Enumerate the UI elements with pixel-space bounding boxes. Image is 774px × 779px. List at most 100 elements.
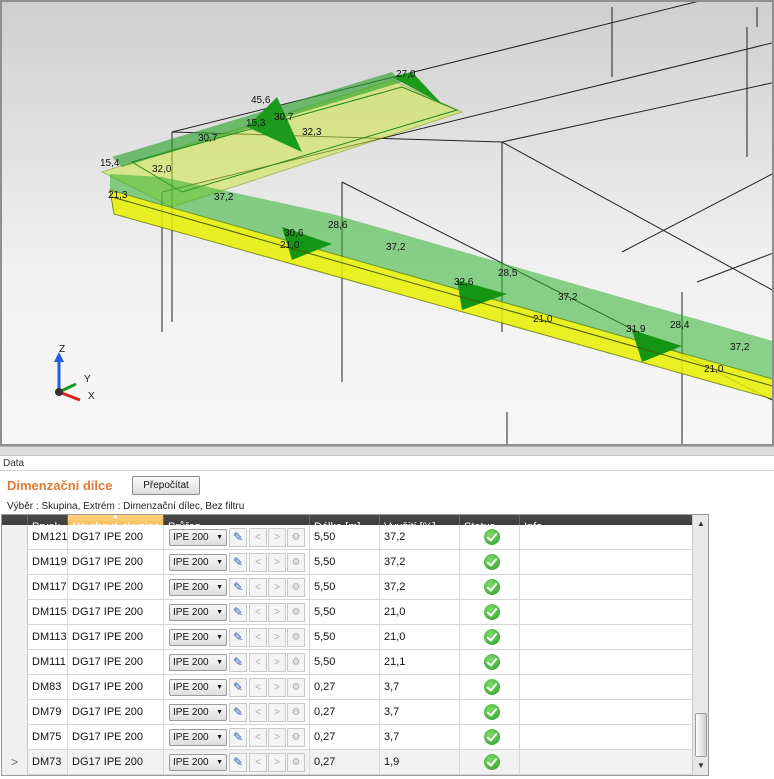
section-dropdown[interactable]: IPE 200 ▼ [169, 754, 227, 771]
prev-section-button[interactable]: < [249, 703, 267, 722]
vertical-scrollbar[interactable]: ▲ ▼ [692, 515, 708, 775]
row-selector[interactable] [2, 575, 28, 600]
section-dropdown[interactable]: IPE 200 ▼ [169, 704, 227, 721]
value-label: 32,0 [152, 164, 172, 175]
row-selector[interactable] [2, 525, 28, 550]
next-section-button[interactable]: > [268, 528, 286, 547]
edit-pencil-icon[interactable]: ✎ [229, 578, 247, 597]
next-section-button[interactable]: > [268, 603, 286, 622]
scroll-up-icon[interactable]: ▲ [694, 517, 708, 531]
section-dropdown[interactable]: IPE 200 ▼ [169, 629, 227, 646]
edit-pencil-icon[interactable]: ✎ [229, 553, 247, 572]
table-row[interactable]: DM79 DG17 IPE 200 IPE 200 ▼ ✎ < > ⚙ 0,27 3,7 [2, 700, 692, 725]
next-section-button[interactable]: > [268, 753, 286, 772]
gear-icon[interactable]: ⚙ [287, 528, 305, 547]
table-row[interactable]: DM111 DG17 IPE 200 IPE 200 ▼ ✎ < > ⚙ 5,50 21,1 [2, 650, 692, 675]
row-selector[interactable] [2, 650, 28, 675]
panel-splitter[interactable] [0, 446, 774, 456]
section-value: IPE 200 [173, 582, 209, 593]
row-selector[interactable] [2, 600, 28, 625]
next-section-button[interactable]: > [268, 628, 286, 647]
3d-viewport[interactable]: 27,0 45,6 30,7 15,3 32,3 30,7 15,4 32,0 … [0, 0, 774, 446]
cell-skupina: DG17 IPE 200 [68, 575, 164, 600]
cell-skupina: DG17 IPE 200 [68, 625, 164, 650]
prev-section-button[interactable]: < [249, 553, 267, 572]
next-section-button[interactable]: > [268, 553, 286, 572]
cell-prvek: DM83 [28, 675, 68, 700]
row-selector[interactable]: > [2, 750, 28, 775]
cell-delka: 0,27 [310, 675, 380, 700]
edit-pencil-icon[interactable]: ✎ [229, 728, 247, 747]
section-dropdown[interactable]: IPE 200 ▼ [169, 554, 227, 571]
prev-section-button[interactable]: < [249, 528, 267, 547]
gear-icon[interactable]: ⚙ [287, 628, 305, 647]
row-selector[interactable] [2, 675, 28, 700]
check-circle-icon [484, 579, 500, 595]
row-selector[interactable] [2, 700, 28, 725]
prev-section-button[interactable]: < [249, 753, 267, 772]
prev-section-button[interactable]: < [249, 678, 267, 697]
prev-section-button[interactable]: < [249, 628, 267, 647]
gear-icon[interactable]: ⚙ [287, 753, 305, 772]
section-dropdown[interactable]: IPE 200 ▼ [169, 729, 227, 746]
gear-icon[interactable]: ⚙ [287, 603, 305, 622]
table-row[interactable]: > DM73 DG17 IPE 200 IPE 200 ▼ ✎ < > ⚙ 0,27 1,9 [2, 750, 692, 775]
edit-pencil-icon[interactable]: ✎ [229, 653, 247, 672]
scroll-thumb[interactable] [695, 713, 707, 757]
section-dropdown[interactable]: IPE 200 ▼ [169, 529, 227, 546]
table-row[interactable]: DM115 DG17 IPE 200 IPE 200 ▼ ✎ < > ⚙ 5,50 21,0 [2, 600, 692, 625]
members-grid[interactable]: Prvek ▲ Návrhová skupina Průřez Délka [m… [1, 514, 709, 776]
cell-info [520, 650, 692, 675]
gear-icon[interactable]: ⚙ [287, 728, 305, 747]
check-circle-icon [484, 604, 500, 620]
prev-section-button[interactable]: < [249, 653, 267, 672]
next-section-button[interactable]: > [268, 678, 286, 697]
table-row[interactable]: DM75 DG17 IPE 200 IPE 200 ▼ ✎ < > ⚙ 0,27 3,7 [2, 725, 692, 750]
chevron-down-icon: ▼ [216, 609, 223, 616]
edit-pencil-icon[interactable]: ✎ [229, 703, 247, 722]
prev-section-button[interactable]: < [249, 728, 267, 747]
table-row[interactable]: DM113 DG17 IPE 200 IPE 200 ▼ ✎ < > ⚙ 5,50 21,0 [2, 625, 692, 650]
prev-section-button[interactable]: < [249, 603, 267, 622]
edit-pencil-icon[interactable]: ✎ [229, 528, 247, 547]
section-dropdown[interactable]: IPE 200 ▼ [169, 654, 227, 671]
row-selector[interactable] [2, 625, 28, 650]
recalculate-button[interactable]: Přepočítat [132, 476, 200, 495]
cell-info [520, 625, 692, 650]
table-row[interactable]: DM83 DG17 IPE 200 IPE 200 ▼ ✎ < > ⚙ 0,27 3,7 [2, 675, 692, 700]
next-section-button[interactable]: > [268, 703, 286, 722]
section-dropdown[interactable]: IPE 200 ▼ [169, 604, 227, 621]
value-label: 37,2 [730, 342, 750, 353]
next-section-button[interactable]: > [268, 578, 286, 597]
table-row[interactable]: DM121 DG17 IPE 200 IPE 200 ▼ ✎ < > ⚙ 5,50 37,2 [2, 525, 692, 550]
cell-vyuziti: 37,2 [380, 575, 460, 600]
edit-pencil-icon[interactable]: ✎ [229, 678, 247, 697]
gear-icon[interactable]: ⚙ [287, 703, 305, 722]
next-section-button[interactable]: > [268, 653, 286, 672]
cell-info [520, 725, 692, 750]
gear-icon[interactable]: ⚙ [287, 553, 305, 572]
cell-skupina: DG17 IPE 200 [68, 525, 164, 550]
row-selector[interactable] [2, 550, 28, 575]
edit-pencil-icon[interactable]: ✎ [229, 628, 247, 647]
next-section-button[interactable]: > [268, 728, 286, 747]
gear-icon[interactable]: ⚙ [287, 578, 305, 597]
edit-pencil-icon[interactable]: ✎ [229, 753, 247, 772]
filter-description: Výběr : Skupina, Extrém : Dimenzační díl… [7, 501, 245, 512]
section-dropdown[interactable]: IPE 200 ▼ [169, 579, 227, 596]
value-label: 21,0 [533, 314, 553, 325]
cell-prvek: DM111 [28, 650, 68, 675]
cell-skupina: DG17 IPE 200 [68, 725, 164, 750]
divider [0, 470, 774, 471]
cell-skupina: DG17 IPE 200 [68, 600, 164, 625]
gear-icon[interactable]: ⚙ [287, 653, 305, 672]
value-label: 37,2 [214, 192, 234, 203]
table-row[interactable]: DM119 DG17 IPE 200 IPE 200 ▼ ✎ < > ⚙ 5,50 37,2 [2, 550, 692, 575]
gear-icon[interactable]: ⚙ [287, 678, 305, 697]
scroll-down-icon[interactable]: ▼ [694, 759, 708, 773]
prev-section-button[interactable]: < [249, 578, 267, 597]
row-selector[interactable] [2, 725, 28, 750]
table-row[interactable]: DM117 DG17 IPE 200 IPE 200 ▼ ✎ < > ⚙ 5,50 37,2 [2, 575, 692, 600]
section-dropdown[interactable]: IPE 200 ▼ [169, 679, 227, 696]
edit-pencil-icon[interactable]: ✎ [229, 603, 247, 622]
